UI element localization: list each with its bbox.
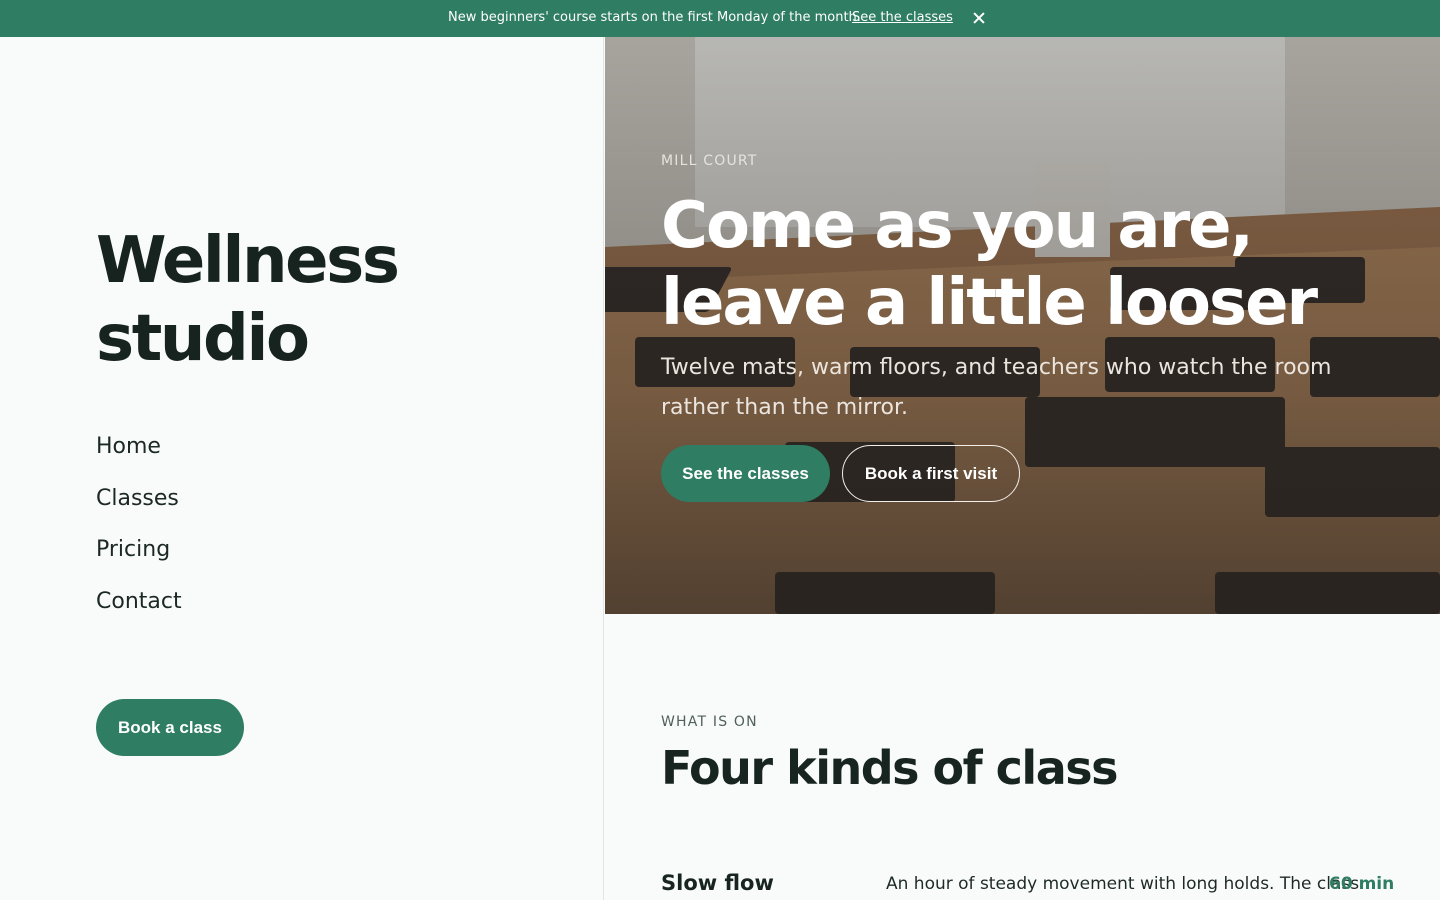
class-duration: 60 min: [1329, 874, 1395, 894]
book-class-button[interactable]: Book a class: [96, 699, 244, 756]
class-name: Slow flow: [661, 871, 774, 895]
classes-eyebrow: WHAT IS ON: [661, 714, 758, 730]
nav-pricing-link[interactable]: Pricing: [96, 537, 170, 562]
class-description: An hour of steady movement with long hol…: [886, 874, 1360, 894]
banner-classes-link[interactable]: See the classes: [852, 10, 953, 25]
hero-title: Come as you are, leave a little looser: [661, 189, 1318, 340]
brand-title: Wellness studio: [96, 224, 400, 376]
close-icon[interactable]: [968, 7, 990, 29]
announcement-banner: New beginners' course starts on the firs…: [0, 0, 1440, 37]
nav-home-link[interactable]: Home: [96, 434, 161, 459]
nav-contact-link[interactable]: Contact: [96, 589, 182, 614]
book-first-visit-button[interactable]: Book a first visit: [842, 445, 1020, 502]
hero-section: MILL COURT Come as you are, leave a litt…: [605, 37, 1440, 614]
see-classes-button[interactable]: See the classes: [661, 445, 830, 502]
classes-title: Four kinds of class: [661, 741, 1119, 795]
hero-eyebrow: MILL COURT: [661, 153, 758, 169]
nav-classes-link[interactable]: Classes: [96, 486, 179, 511]
sidebar: Wellness studio Home Classes Pricing Con…: [0, 37, 604, 900]
banner-message: New beginners' course starts on the firs…: [448, 10, 861, 25]
hero-subtitle: Twelve mats, warm floors, and teachers w…: [661, 355, 1332, 420]
classes-section: WHAT IS ON Four kinds of class Slow flow…: [605, 614, 1440, 900]
